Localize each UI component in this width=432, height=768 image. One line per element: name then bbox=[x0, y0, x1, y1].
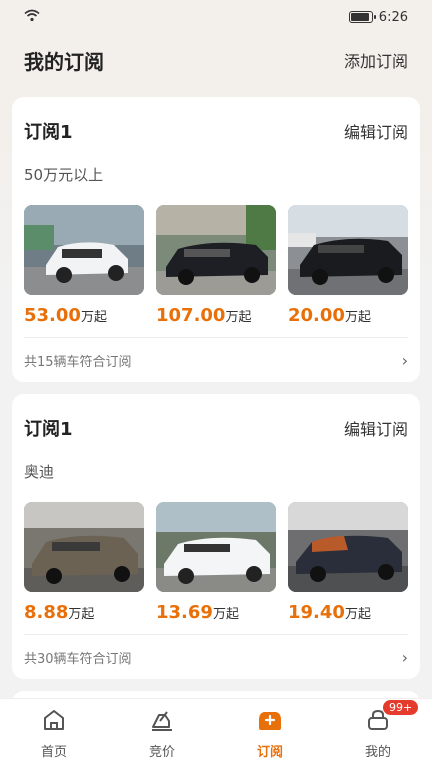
matching-count: 共15辆车符合订阅 bbox=[24, 354, 132, 370]
subscription-title: 订阅1 bbox=[24, 419, 73, 440]
status-bar: 6:26 bbox=[0, 0, 432, 34]
subscription-list: 订阅1 编辑订阅 50万元以上 53.00万起 107.00万起 20.00万起… bbox=[12, 97, 420, 743]
edit-subscription-button[interactable]: 编辑订阅 bbox=[344, 416, 408, 440]
subscription-footer[interactable]: 共15辆车符合订阅 › bbox=[24, 337, 408, 382]
car-item[interactable]: 53.00万起 bbox=[24, 205, 144, 326]
tab-profile[interactable]: 99+ 我的 bbox=[324, 699, 432, 760]
subscription-condition: 奥迪 bbox=[24, 463, 55, 481]
car-item[interactable]: 8.88万起 bbox=[24, 502, 144, 623]
car-item[interactable]: 20.00万起 bbox=[288, 205, 408, 326]
car-photo[interactable] bbox=[24, 502, 144, 592]
car-price: 19.40万起 bbox=[288, 602, 371, 623]
notification-badge: 99+ bbox=[382, 699, 420, 716]
chevron-right-icon: › bbox=[401, 350, 408, 370]
subscription-card: 订阅1 编辑订阅 50万元以上 53.00万起 107.00万起 20.00万起… bbox=[12, 97, 420, 382]
car-photo[interactable] bbox=[24, 205, 144, 295]
bottom-tab-bar: 首页 竞价 订阅 99+ 我的 bbox=[0, 698, 432, 768]
chevron-right-icon: › bbox=[401, 647, 408, 667]
car-photo[interactable] bbox=[156, 205, 276, 295]
car-price: 20.00万起 bbox=[288, 305, 371, 326]
add-subscription-button[interactable]: 添加订阅 bbox=[344, 48, 408, 72]
tab-bid[interactable]: 竞价 bbox=[108, 707, 216, 760]
home-icon bbox=[41, 707, 67, 737]
subscribe-icon bbox=[256, 707, 284, 737]
car-photo[interactable] bbox=[288, 205, 408, 295]
car-price: 8.88万起 bbox=[24, 602, 95, 623]
tab-label: 首页 bbox=[40, 745, 67, 760]
bid-icon bbox=[149, 707, 175, 737]
car-price: 107.00万起 bbox=[156, 305, 252, 326]
page-title: 我的订阅 bbox=[24, 49, 104, 74]
battery-icon bbox=[348, 11, 376, 23]
car-price: 53.00万起 bbox=[24, 305, 107, 326]
edit-subscription-button[interactable]: 编辑订阅 bbox=[344, 119, 408, 143]
car-price: 13.69万起 bbox=[156, 602, 239, 623]
matching-count: 共30辆车符合订阅 bbox=[24, 651, 132, 667]
tab-home[interactable]: 首页 bbox=[0, 707, 108, 760]
car-item[interactable]: 13.69万起 bbox=[156, 502, 276, 623]
subscription-condition: 50万元以上 bbox=[24, 166, 104, 184]
car-photo[interactable] bbox=[156, 502, 276, 592]
tab-label: 我的 bbox=[364, 745, 391, 760]
tab-subscribe[interactable]: 订阅 bbox=[216, 707, 324, 760]
car-photo[interactable] bbox=[288, 502, 408, 592]
page-header: 我的订阅 添加订阅 bbox=[0, 34, 432, 86]
subscription-card: 订阅1 编辑订阅 奥迪 8.88万起 13.69万起 19.40万起 共30辆车… bbox=[12, 394, 420, 679]
tab-label: 订阅 bbox=[256, 745, 283, 760]
status-time: 6:26 bbox=[378, 9, 408, 25]
car-item[interactable]: 19.40万起 bbox=[288, 502, 408, 623]
subscription-footer[interactable]: 共30辆车符合订阅 › bbox=[24, 634, 408, 679]
wifi-icon bbox=[24, 9, 40, 26]
tab-label: 竞价 bbox=[148, 745, 175, 760]
subscription-title: 订阅1 bbox=[24, 122, 73, 143]
car-item[interactable]: 107.00万起 bbox=[156, 205, 276, 326]
